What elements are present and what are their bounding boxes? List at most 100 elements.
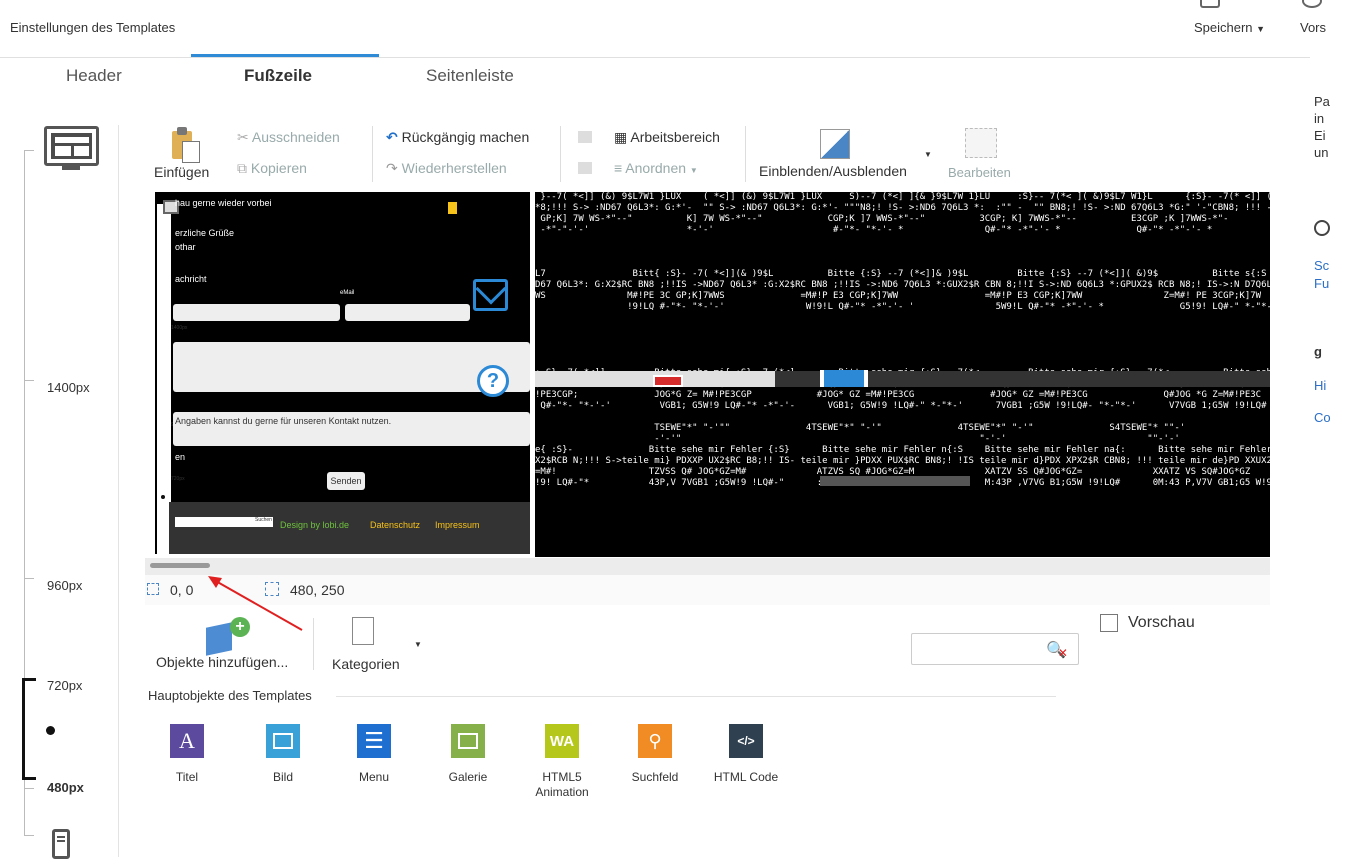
ruler-tick	[24, 835, 34, 836]
arrange-label: Anordnen	[625, 160, 687, 176]
object-menu[interactable]: ☰ Menu	[339, 724, 409, 785]
toolbar-divider	[313, 618, 314, 670]
preview-search-input	[175, 517, 255, 527]
garbled-preview-line	[535, 236, 1270, 247]
preview-desktop-red-element	[653, 375, 683, 387]
paste-button[interactable]: Einfügen	[154, 164, 209, 180]
save-button-label: Speichern	[1194, 20, 1253, 35]
undo-label: Rückgängig machen	[401, 129, 530, 145]
right-panel-link[interactable]: Co	[1314, 410, 1331, 425]
position-icon	[147, 583, 159, 595]
object-html5-animation[interactable]: WA HTML5 Animation	[527, 724, 597, 800]
preview-checkbox[interactable]	[1100, 614, 1118, 632]
object-label: Titel	[175, 770, 199, 784]
preview-text: achricht	[175, 274, 207, 284]
copy-button[interactable]: ⧉ Kopieren	[237, 160, 307, 177]
chevron-down-icon: ▼	[689, 166, 698, 175]
chevron-down-icon[interactable]: ▼	[924, 150, 932, 159]
save-button[interactable]: Speichern ▼	[1194, 20, 1265, 35]
header-subtitle: Einstellungen des Templates	[10, 20, 176, 35]
garbled-preview-line: TSEWE"*" "-'"" 4TSEWE"*" "-'" 4TSEWE"*" …	[535, 423, 1186, 433]
garbled-preview-line	[535, 335, 1270, 346]
garbled-preview-line: Q#-"*- "*-'-' VGB1; G5W!9 LQ#-"* -*"-'- …	[535, 401, 1270, 411]
canvas-scrollbar-thumb[interactable]	[150, 563, 210, 568]
ruler-label-480: 480px	[47, 780, 84, 795]
object-title[interactable]: A Titel	[152, 724, 222, 785]
right-panel-heading: g	[1314, 344, 1322, 359]
image-icon	[266, 724, 300, 758]
ruler-label-1400: 1400px	[47, 380, 90, 395]
garbled-preview-line: e{ :S}- Bitte sehe mir Fehler {:S} Bitte…	[535, 445, 1270, 455]
clipboard-paste-icon[interactable]	[166, 125, 202, 163]
right-panel-link[interactable]: Fu	[1314, 276, 1329, 291]
right-panel-text: Ei	[1314, 128, 1326, 143]
garbled-preview-line: X2$RCB N;!!! S->teile mi} PDXXP UX2$RC B…	[535, 456, 1270, 466]
object-gallery[interactable]: Galerie	[433, 724, 503, 785]
canvas-area[interactable]: 1400px 960px 720px 480px hau gerne wiede…	[145, 190, 1270, 558]
preview-desktop-blue-element	[820, 370, 868, 387]
save-icon[interactable]	[1200, 0, 1220, 8]
garbled-preview-line: WS M#!PE 3C GP;K]7WWS =M#!P E3 CGP;K]7WW…	[535, 291, 1262, 301]
object-html-code[interactable]: </> HTML Code	[706, 724, 786, 785]
preview-icon[interactable]	[1302, 0, 1322, 8]
ruler-label-720: 720px	[47, 678, 83, 693]
add-objects-icon[interactable]: +	[204, 615, 250, 656]
add-objects-button[interactable]: Objekte hinzufügen...	[156, 654, 288, 670]
preview-text: en	[175, 452, 186, 462]
right-panel-text: un	[1314, 145, 1329, 160]
grid-icon: ▦	[614, 129, 628, 145]
align-icon[interactable]	[578, 131, 592, 143]
edit-icon[interactable]	[965, 128, 997, 158]
show-hide-icon[interactable]	[820, 129, 850, 159]
object-image[interactable]: Bild	[248, 724, 318, 785]
show-hide-button[interactable]: Einblenden/Ausblenden	[759, 163, 907, 179]
categories-button[interactable]: Kategorien	[332, 656, 400, 672]
object-label: HTML Code	[713, 770, 779, 784]
workspace-button[interactable]: ▦ Arbeitsbereich	[614, 129, 720, 146]
tab-footer[interactable]: Fußzeile	[244, 66, 312, 86]
desktop-icon-stand	[62, 166, 80, 170]
redo-button[interactable]: ↷ Wiederherstellen	[386, 160, 507, 177]
preview-search-button: Suchen	[255, 517, 273, 527]
preview-input	[173, 304, 340, 321]
preview-desktop-bar-dark	[868, 371, 1270, 387]
categories-icon[interactable]	[352, 617, 374, 645]
desktop-icon[interactable]	[44, 126, 99, 166]
cut-button[interactable]: ✂ Ausschneiden	[237, 129, 340, 146]
preview-email-label: eMail	[340, 290, 355, 296]
object-label: Menu	[358, 770, 390, 784]
object-search-field[interactable]: ⚲ Suchfeld	[620, 724, 690, 785]
preview-button[interactable]: Vors	[1300, 20, 1326, 35]
garbled-preview-line	[535, 324, 1270, 335]
garbled-preview-line	[535, 357, 1270, 368]
clear-search-icon[interactable]: 🔍✕	[1046, 640, 1076, 660]
mobile-icon[interactable]	[52, 829, 70, 859]
canvas-scrollbar[interactable]	[145, 558, 1270, 575]
tab-sidebar[interactable]: Seitenleiste	[426, 66, 514, 86]
ribbon-divider	[745, 126, 746, 182]
object-label: Bild	[272, 770, 293, 784]
garbled-preview-line: D67 Q6L3*: G:X2$RC BN8 ;!!IS ->ND67 Q6L3…	[535, 280, 1270, 290]
preview-desktop-bar-dark	[775, 371, 820, 387]
ruler-tick	[24, 150, 34, 151]
tab-active-indicator	[191, 54, 379, 57]
right-panel: Pa in Ei un Sc Fu g Hi Co	[1310, 60, 1356, 859]
distribute-icon[interactable]	[578, 162, 592, 174]
undo-button[interactable]: ↶ Rückgängig machen	[386, 129, 529, 146]
preview-input	[345, 304, 470, 321]
garbled-preview-line: GP;K] 7W WS-*"--" K] 7W WS-*"--" CGP;K ]…	[535, 214, 1270, 224]
preview-badge-icon	[448, 202, 457, 214]
right-panel-link[interactable]: Hi	[1314, 378, 1326, 393]
active-range-dot	[46, 726, 55, 735]
ruler-tick	[24, 788, 34, 789]
right-panel-link[interactable]: Sc	[1314, 258, 1329, 273]
arrange-button[interactable]: ≡ Anordnen ▼	[614, 160, 698, 176]
ruler-tick	[24, 380, 34, 381]
garbled-preview-line	[535, 313, 1270, 324]
workspace-label: Arbeitsbereich	[630, 129, 720, 145]
tab-header[interactable]: Header	[66, 66, 122, 86]
preview-desktop-bar-gray	[820, 476, 970, 486]
edit-button[interactable]: Bearbeiten	[948, 165, 1011, 180]
chevron-down-icon[interactable]: ▼	[414, 640, 422, 649]
garbled-preview-line: -'-'" "-'-' ""-'-'	[535, 434, 1180, 444]
